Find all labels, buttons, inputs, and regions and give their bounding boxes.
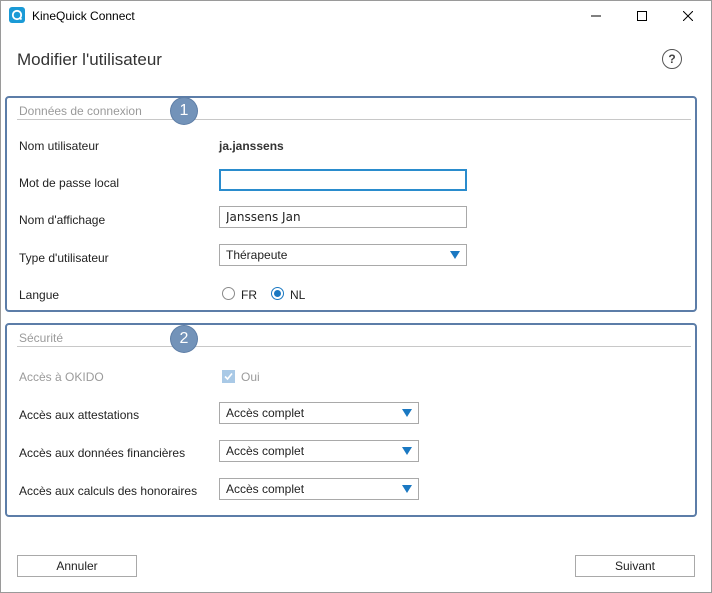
- next-button[interactable]: Suivant: [575, 555, 695, 577]
- title-bar: KineQuick Connect: [1, 1, 711, 31]
- radio-fr-label: FR: [241, 288, 257, 302]
- attestations-access-label: Accès aux attestations: [19, 408, 140, 422]
- display-name-label: Nom d'affichage: [19, 213, 106, 227]
- section-connection-data: Données de connexion 1 Nom utilisateur j…: [5, 96, 697, 312]
- window-title: KineQuick Connect: [32, 9, 135, 23]
- close-icon: [683, 11, 693, 21]
- section-title: Sécurité: [19, 331, 64, 345]
- chevron-down-icon: [402, 447, 412, 455]
- section-title: Données de connexion: [19, 104, 142, 118]
- attestations-access-select[interactable]: Accès complet: [219, 402, 419, 424]
- chevron-down-icon: [402, 485, 412, 493]
- radio-fr[interactable]: [222, 287, 235, 300]
- maximize-button[interactable]: [619, 1, 665, 31]
- financial-access-label: Accès aux données financières: [19, 446, 186, 460]
- cancel-button[interactable]: Annuler: [17, 555, 137, 577]
- minimize-icon: [591, 15, 601, 17]
- password-label: Mot de passe local: [19, 176, 120, 190]
- user-type-select[interactable]: Thérapeute: [219, 244, 467, 266]
- radio-nl[interactable]: [271, 287, 284, 300]
- chevron-down-icon: [450, 251, 460, 259]
- okido-checkbox[interactable]: [222, 370, 235, 383]
- step-badge-2: 2: [171, 326, 197, 352]
- okido-checkbox-label: Oui: [241, 370, 260, 384]
- radio-nl-label: NL: [290, 288, 306, 302]
- fees-access-value: Accès complet: [226, 482, 305, 496]
- username-value: ja.janssens: [219, 139, 284, 153]
- app-logo-icon: [9, 7, 25, 23]
- language-label: Langue: [19, 288, 60, 302]
- help-icon[interactable]: ?: [662, 49, 682, 69]
- chevron-down-icon: [402, 409, 412, 417]
- app-window: KineQuick Connect Modifier l'utilisateur…: [0, 0, 712, 593]
- section-divider: [17, 119, 691, 120]
- maximize-icon: [637, 11, 647, 21]
- user-type-value: Thérapeute: [226, 248, 288, 262]
- fees-access-select[interactable]: Accès complet: [219, 478, 419, 500]
- financial-access-value: Accès complet: [226, 444, 305, 458]
- okido-access-label: Accès à OKIDO: [19, 370, 104, 384]
- user-type-label: Type d'utilisateur: [19, 251, 109, 265]
- display-name-input[interactable]: [219, 206, 467, 228]
- password-input[interactable]: [219, 169, 467, 191]
- financial-access-select[interactable]: Accès complet: [219, 440, 419, 462]
- username-label: Nom utilisateur: [19, 139, 100, 153]
- page-title: Modifier l'utilisateur: [17, 50, 162, 69]
- section-security: Sécurité 2 Accès à OKIDO Oui Accès aux a…: [5, 323, 697, 517]
- checkmark-icon: [224, 372, 233, 381]
- fees-access-label: Accès aux calculs des honoraires: [19, 484, 198, 498]
- step-badge-1: 1: [171, 98, 197, 124]
- minimize-button[interactable]: [573, 1, 619, 31]
- close-button[interactable]: [665, 1, 711, 31]
- attestations-access-value: Accès complet: [226, 406, 305, 420]
- section-divider: [17, 346, 691, 347]
